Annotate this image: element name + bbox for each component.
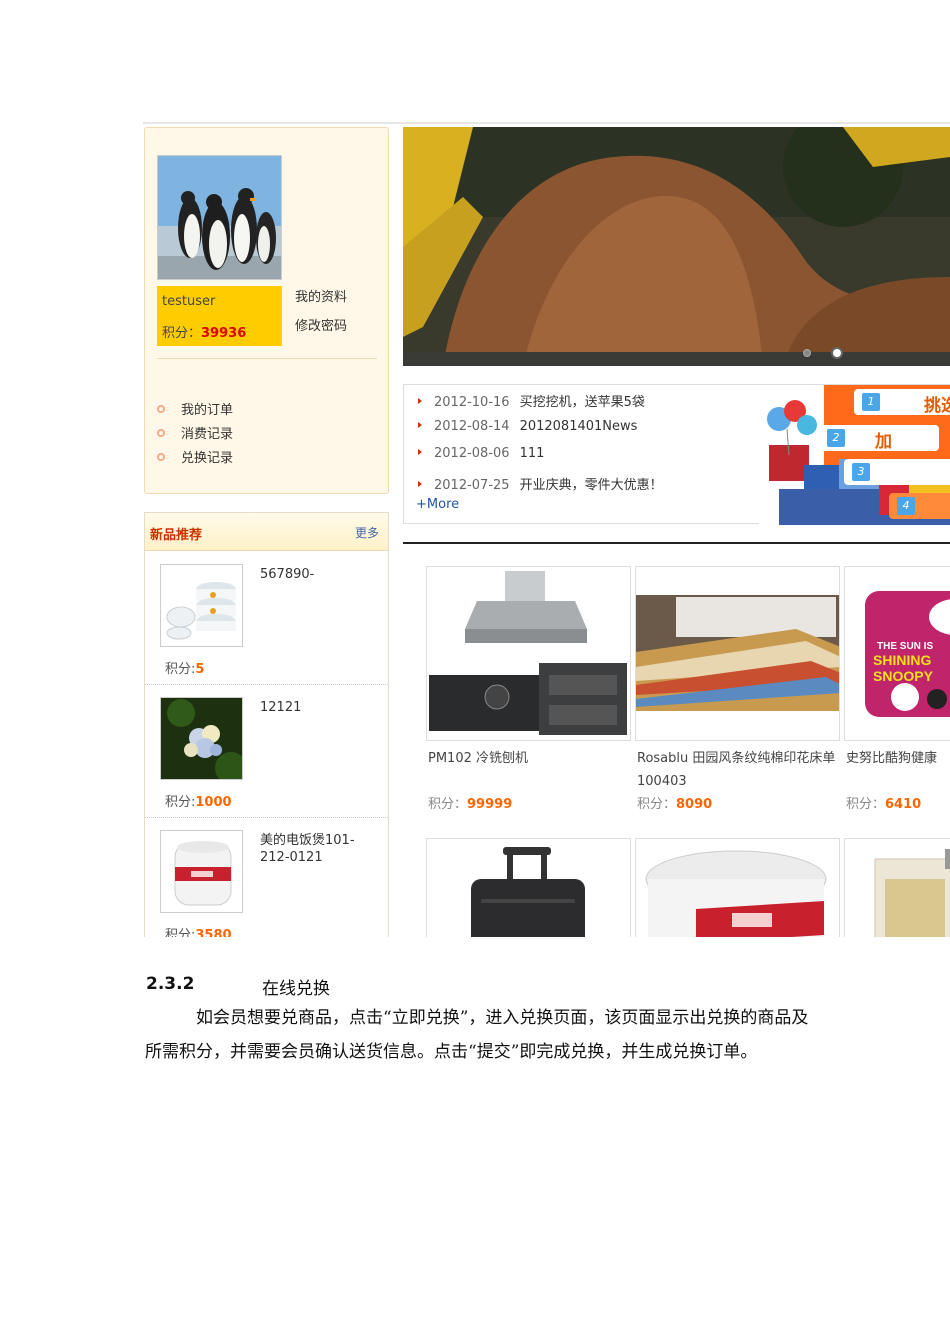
menu-exchange-records[interactable]: 兑换记录 [157,447,233,466]
promo-tab[interactable]: 4 [889,493,950,519]
product-image[interactable] [844,838,950,937]
product-image[interactable] [635,566,840,741]
new-product-item[interactable]: 美的电饭煲101-212-0121 积分:3580 [145,818,388,937]
new-products-header: 新品推荐 更多 [145,513,388,551]
new-products-more-link[interactable]: 更多 [355,524,379,541]
panel-divider [157,358,377,359]
change-password-link[interactable]: 修改密码 [295,315,347,334]
promo-tab[interactable]: 3 [844,459,950,485]
product-points: 积分：6410 [846,797,922,812]
product-image[interactable] [426,566,631,741]
section-divider [403,542,950,544]
product-name[interactable]: PM102 冷铣刨机 [428,747,628,770]
arrow-icon [418,449,422,455]
news-item[interactable]: 2012-10-16 买挖挖机，送苹果5袋 [418,391,645,410]
menu-my-orders[interactable]: 我的订单 [157,399,233,418]
top-border [143,122,950,124]
my-profile-link[interactable]: 我的资料 [295,286,347,305]
user-panel: testuser 积分：39936 我的资料 修改密码 我的订单 消费记录 兑换… [144,127,389,494]
arrow-icon [418,422,422,428]
svg-text:SHINING: SHINING [873,652,931,668]
section-number: 2.3.2 [146,974,195,994]
promo-tab[interactable]: 2加 [819,425,939,452]
bullet-icon [157,453,165,461]
promo-tab[interactable]: 1 挑选 [854,389,950,416]
bullet-icon [157,429,165,437]
carousel-dot-active[interactable] [831,347,843,359]
product-points: 积分：99999 [428,797,513,812]
carousel-dot[interactable] [803,349,811,357]
product-image[interactable]: THE SUN IS SHINING SNOOPY [844,566,950,741]
banner-image[interactable] [403,127,950,366]
user-points: 积分：39936 [162,326,247,341]
menu-spending-records[interactable]: 消费记录 [157,423,233,442]
svg-text:SNOOPY: SNOOPY [873,668,934,684]
product-image[interactable] [635,838,840,937]
product-points: 积分:5 [165,662,205,677]
section-title: 在线兑换 [262,979,330,999]
promo-banner[interactable]: 1 挑选 2加 3 4 [759,385,950,525]
arrow-icon [418,398,422,404]
product-points: 积分:3580 [165,928,232,937]
product-name[interactable]: 12121 [260,699,370,716]
product-points: 积分:1000 [165,795,232,810]
section-paragraph: 如会员想要兑商品，点击“立即兑换”，进入兑换页面，该页面显示出兑换的商品及所需积… [145,1008,809,1062]
new-product-item[interactable]: 567890- 积分:5 [145,552,388,685]
product-name[interactable]: 史努比酷狗健康 [846,747,950,770]
product-name[interactable]: Rosablu 田园风条纹纯棉印花床单 100403 [637,747,837,793]
news-item[interactable]: 2012-08-06 111 [418,446,544,461]
product-thumbnail[interactable] [160,564,243,647]
new-product-item[interactable]: 12121 积分:1000 [145,685,388,818]
news-more-link[interactable]: +More [416,497,459,512]
news-item[interactable]: 2012-08-14 2012081401News [418,419,637,434]
new-products-panel: 新品推荐 更多 567890- 积分:5 12121 积分:1000 美的电饭煲… [144,512,389,937]
arrow-icon [418,481,422,487]
svg-text:THE SUN IS: THE SUN IS [877,641,933,652]
avatar [157,155,282,280]
user-info-box: testuser 积分：39936 [157,286,282,346]
product-thumbnail[interactable] [160,830,243,913]
screenshot-figure: testuser 积分：39936 我的资料 修改密码 我的订单 消费记录 兑换… [143,122,950,937]
new-products-title: 新品推荐 [150,528,203,543]
news-panel: 2012-10-16 买挖挖机，送苹果5袋 2012-08-14 201208140… [403,384,950,525]
product-image[interactable] [426,838,631,937]
news-item[interactable]: 2012-07-25 开业庆典，零件大优惠！ [418,474,663,493]
product-name[interactable]: 美的电饭煲101-212-0121 [260,832,370,866]
bullet-icon [157,405,165,413]
product-name[interactable]: 567890- [260,566,370,583]
product-points: 积分：8090 [637,797,713,812]
product-thumbnail[interactable] [160,697,243,780]
username: testuser [162,294,216,309]
